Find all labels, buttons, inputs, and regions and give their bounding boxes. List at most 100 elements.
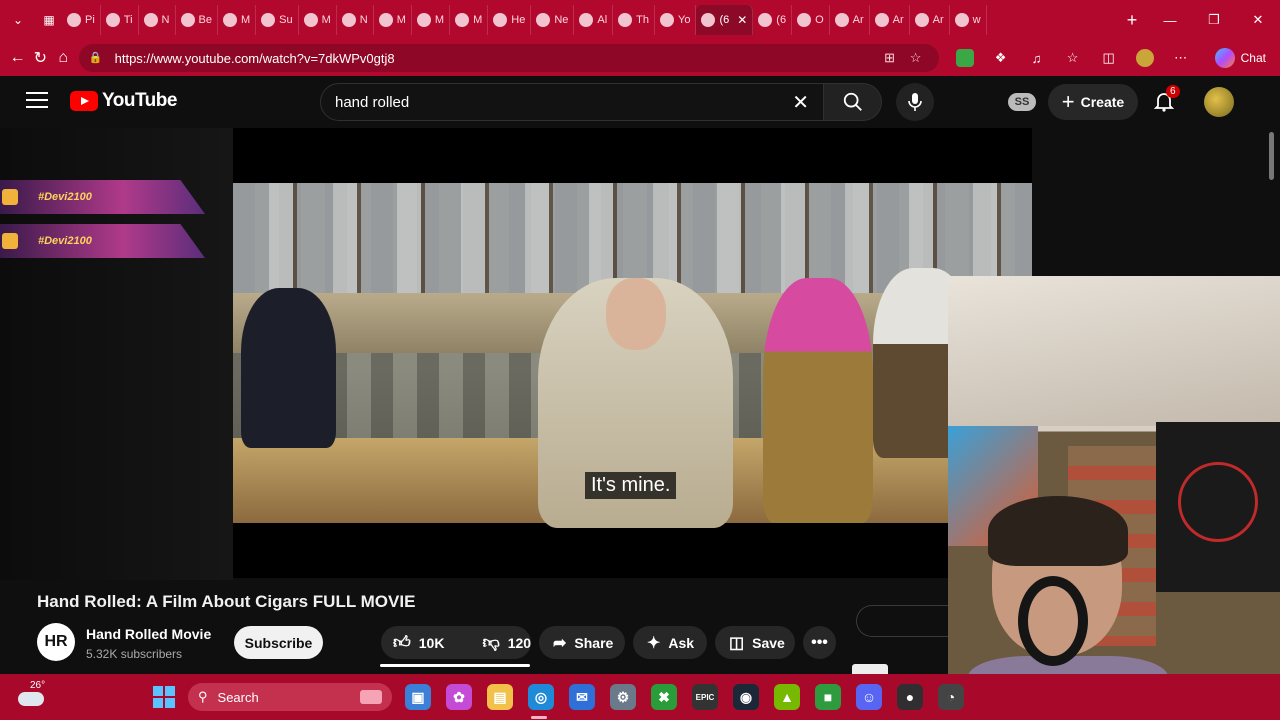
notification-count-badge: 6 (1166, 85, 1180, 98)
tab-favicon-icon (954, 13, 969, 27)
tab-favicon-icon (536, 13, 551, 27)
sidebar-chip-outline[interactable] (856, 605, 956, 637)
taskbar-search[interactable]: ⚲ Search (188, 683, 392, 711)
share-button[interactable]: ➦ Share (539, 626, 625, 659)
youtube-play-icon (70, 91, 98, 111)
browser-tab[interactable]: (6 ✕ (696, 5, 754, 35)
discord-icon[interactable]: ☺ (856, 684, 882, 710)
subscribe-button[interactable]: Subscribe (234, 626, 323, 659)
more-menu-icon[interactable]: ⋯ (1165, 44, 1197, 72)
search-input[interactable]: hand rolled ✕ (320, 83, 824, 121)
steam-icon[interactable]: ◉ (733, 684, 759, 710)
overlay-badge-icon (2, 233, 18, 249)
tab-favicon-icon (105, 13, 120, 27)
scrollbar-thumb[interactable] (1269, 132, 1274, 180)
browser-tab[interactable]: M (450, 5, 489, 35)
obs-icon[interactable]: ● (897, 684, 923, 710)
browser-tab[interactable]: M (218, 5, 257, 35)
video-title: Hand Rolled: A Film About Cigars FULL MO… (37, 592, 416, 611)
channel-avatar[interactable]: HR (37, 623, 75, 661)
home-button[interactable]: ⌂ (52, 42, 75, 74)
favorite-star-icon[interactable]: ☆ (903, 50, 929, 66)
search-query: hand rolled (335, 93, 410, 111)
browser-tab[interactable]: N (337, 5, 374, 35)
browser-tab[interactable]: (6 (753, 5, 793, 35)
browser-tab[interactable]: Su (256, 5, 299, 35)
workspaces-icon[interactable]: ▦ (36, 0, 62, 40)
like-button[interactable]: 👍︎ 10K (381, 626, 454, 659)
close-tab-icon[interactable]: ✕ (737, 13, 747, 27)
close-window-button[interactable]: ✕ (1236, 0, 1280, 40)
save-button[interactable]: ◫ Save (715, 626, 795, 659)
app-icon[interactable]: ■ (815, 684, 841, 710)
minimize-button[interactable]: — (1148, 0, 1192, 40)
browser-tab[interactable]: Ar (870, 5, 910, 35)
video-player[interactable]: It's mine. (233, 128, 1032, 578)
browser-tab[interactable]: Ne (531, 5, 575, 35)
taskbar-search-label: Search (217, 689, 259, 705)
browser-tab[interactable]: Pi (62, 5, 101, 35)
file-explorer-icon[interactable]: ▤ (487, 684, 513, 710)
epic-games-icon[interactable]: EPIC (692, 684, 718, 710)
tab-label: M (240, 14, 251, 26)
browser-tab[interactable]: M (299, 5, 337, 35)
voice-search-button[interactable] (896, 83, 934, 121)
browser-tab[interactable]: w (950, 5, 987, 35)
browser-tab[interactable]: M (374, 5, 412, 35)
browser-tab[interactable]: O (792, 5, 830, 35)
channel-name[interactable]: Hand Rolled Movie (86, 626, 211, 642)
like-dislike-group: 👍︎ 10K 👎︎ 120 (381, 626, 531, 659)
tab-favicon-icon (455, 13, 470, 27)
notifications-button[interactable]: 6 (1152, 85, 1180, 115)
account-badge[interactable]: SS (1008, 93, 1036, 111)
media-music-icon[interactable]: ♫ (1021, 44, 1053, 72)
address-bar[interactable]: 🔒 https://www.youtube.com/watch?v=7dkWPv… (78, 44, 939, 72)
back-button[interactable]: ← (6, 42, 29, 74)
browser-tab[interactable]: Ar (830, 5, 870, 35)
tab-label: M (434, 14, 445, 26)
browser-tab[interactable]: Be (176, 5, 218, 35)
edge-icon[interactable]: ◎ (528, 684, 554, 710)
ask-button[interactable]: ✦ Ask (633, 626, 707, 659)
page-scrollbar[interactable] (1264, 128, 1280, 278)
nvidia-icon[interactable]: ▲ (774, 684, 800, 710)
restore-button[interactable]: ❐ (1192, 0, 1236, 40)
collections-icon[interactable]: ◫ (1093, 44, 1125, 72)
clear-search-icon[interactable]: ✕ (792, 90, 809, 115)
favorites-icon[interactable]: ☆ (1057, 44, 1089, 72)
browser-tab[interactable]: N (139, 5, 176, 35)
speedometer-icon[interactable]: ◔ (938, 684, 964, 710)
browser-tab[interactable]: M (412, 5, 451, 35)
extensions-puzzle-icon[interactable]: ❖ (985, 44, 1017, 72)
extension-green-icon[interactable] (949, 44, 981, 72)
youtube-logo[interactable]: YouTube (70, 90, 177, 112)
tab-list-chevron-icon[interactable]: ⌄ (0, 0, 36, 40)
sidebar-chip[interactable] (852, 664, 888, 674)
menu-hamburger-icon[interactable] (26, 92, 48, 112)
ask-label: Ask (668, 634, 695, 651)
app-available-icon[interactable]: ⊞ (877, 50, 903, 66)
browser-tab[interactable]: Ti (101, 5, 139, 35)
weather-widget[interactable]: 26° (16, 680, 50, 714)
refresh-button[interactable]: ↻ (29, 42, 52, 74)
browser-tab[interactable]: Th (613, 5, 655, 35)
copilot-chat-button[interactable]: Chat (1207, 44, 1274, 72)
browser-tab[interactable]: Al (574, 5, 614, 35)
browser-tab[interactable]: Yo (655, 5, 697, 35)
create-button[interactable]: + Create (1048, 84, 1138, 120)
new-tab-button[interactable]: + (1116, 10, 1148, 31)
browser-tab[interactable]: He (488, 5, 532, 35)
tab-label: Be (198, 14, 212, 26)
copilot-icon[interactable]: ✿ (446, 684, 472, 710)
browser-tab[interactable]: Ar (910, 5, 950, 35)
user-avatar[interactable] (1204, 87, 1234, 117)
dislike-button[interactable]: 👎︎ 120 (470, 626, 541, 659)
more-actions-button[interactable]: ••• (803, 626, 836, 659)
xbox-icon[interactable]: ✖ (651, 684, 677, 710)
settings-icon[interactable]: ⚙ (610, 684, 636, 710)
search-button[interactable] (824, 83, 882, 121)
windows-start-icon[interactable] (153, 686, 175, 708)
explorer-window-icon[interactable]: ▣ (405, 684, 431, 710)
outlook-icon[interactable]: ✉ (569, 684, 595, 710)
profile-avatar-icon[interactable] (1129, 44, 1161, 72)
